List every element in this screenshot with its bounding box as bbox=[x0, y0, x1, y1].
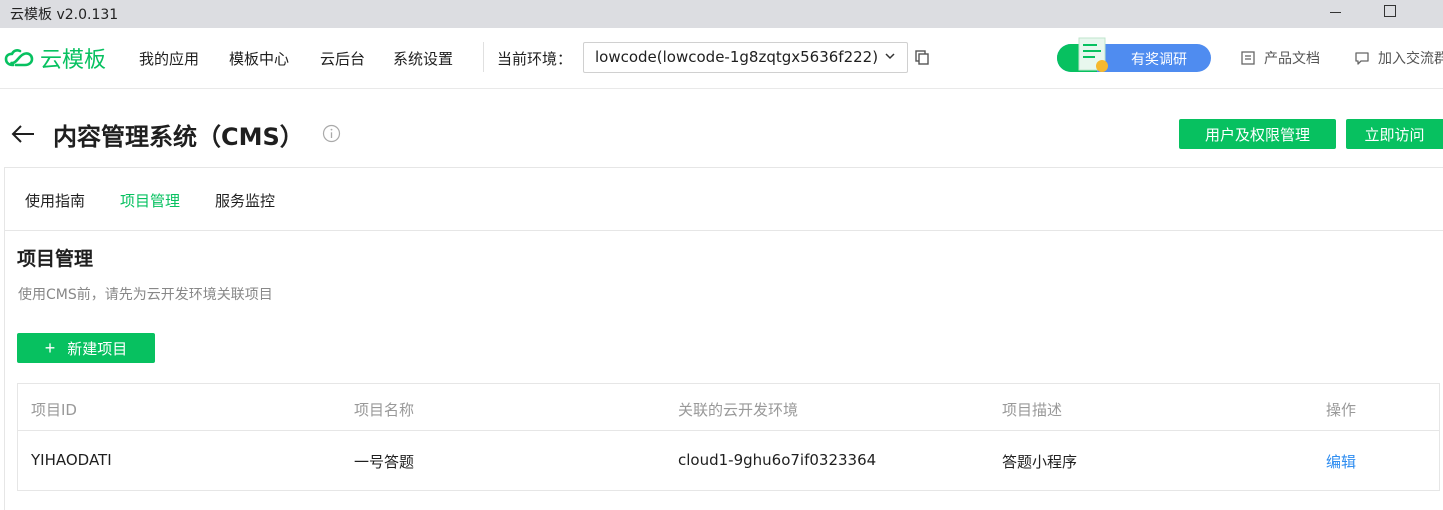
chevron-down-icon bbox=[885, 53, 895, 60]
content-panel: 使用指南 项目管理 服务监控 项目管理 使用CMS前，请先为云开发环境关联项目 … bbox=[4, 167, 1443, 510]
document-icon bbox=[1241, 51, 1255, 65]
cell-cloud-env: cloud1-9ghu6o7if0323364 bbox=[678, 451, 877, 469]
nav-template-center[interactable]: 模板中心 bbox=[229, 48, 289, 69]
logo-text: 云模板 bbox=[40, 48, 107, 73]
nav-system-settings[interactable]: 系统设置 bbox=[393, 48, 453, 69]
column-header: 关联的云开发环境 bbox=[678, 401, 799, 419]
product-docs-link[interactable]: 产品文档 bbox=[1240, 48, 1320, 68]
new-project-label: 新建项目 bbox=[67, 340, 128, 358]
cell-project-desc: 答题小程序 bbox=[1002, 453, 1078, 471]
product-docs-label: 产品文档 bbox=[1264, 51, 1320, 67]
join-group-link[interactable]: 加入交流群 bbox=[1354, 48, 1443, 68]
column-header: 项目ID bbox=[31, 401, 77, 419]
project-table: 项目ID 项目名称 关联的云开发环境 项目描述 操作 YIHAODATI 一号答… bbox=[17, 383, 1440, 491]
nav-cloud-backend[interactable]: 云后台 bbox=[320, 48, 365, 69]
tab-service-monitor[interactable]: 服务监控 bbox=[215, 190, 275, 211]
info-icon[interactable] bbox=[322, 124, 341, 143]
section-title: 项目管理 bbox=[17, 248, 94, 270]
env-select[interactable]: lowcode(lowcode-1g8zqtgx5636f222) bbox=[583, 42, 908, 73]
column-header: 项目描述 bbox=[1002, 401, 1063, 419]
column-header: 操作 bbox=[1326, 401, 1357, 419]
tab-bar: 使用指南 项目管理 服务监控 bbox=[5, 168, 1443, 231]
survey-label: 有奖调研 bbox=[1131, 52, 1187, 68]
minimize-button[interactable] bbox=[1312, 0, 1358, 28]
cell-project-name: 一号答题 bbox=[354, 453, 415, 471]
back-arrow-icon[interactable] bbox=[10, 122, 36, 146]
page-title: 内容管理系统（CMS） bbox=[53, 123, 304, 151]
tab-guide[interactable]: 使用指南 bbox=[25, 190, 85, 211]
copy-icon[interactable] bbox=[914, 49, 930, 65]
survey-button[interactable]: 有奖调研 bbox=[1057, 37, 1211, 72]
cell-project-id: YIHAODATI bbox=[31, 451, 112, 469]
env-label: 当前环境： bbox=[497, 50, 573, 68]
table-row: YIHAODATI 一号答题 cloud1-9ghu6o7if0323364 答… bbox=[18, 431, 1439, 491]
nav-my-apps[interactable]: 我的应用 bbox=[139, 48, 199, 69]
chat-bubble-icon bbox=[1355, 52, 1369, 65]
nav-divider bbox=[483, 42, 484, 72]
cloud-logo-icon bbox=[4, 49, 34, 67]
section-description: 使用CMS前，请先为云开发环境关联项目 bbox=[18, 287, 273, 303]
new-project-button[interactable]: + 新建项目 bbox=[17, 333, 155, 363]
maximize-button[interactable] bbox=[1367, 0, 1413, 28]
edit-link[interactable]: 编辑 bbox=[1326, 451, 1356, 472]
tab-project-management[interactable]: 项目管理 bbox=[120, 190, 180, 211]
window-titlebar: 云模板 v2.0.131 bbox=[0, 0, 1443, 28]
env-select-value: lowcode(lowcode-1g8zqtgx5636f222) bbox=[595, 48, 879, 66]
user-permission-button[interactable]: 用户及权限管理 bbox=[1179, 119, 1336, 149]
visit-now-button[interactable]: 立即访问 bbox=[1346, 119, 1443, 149]
window-title: 云模板 v2.0.131 bbox=[10, 7, 119, 23]
join-group-label: 加入交流群 bbox=[1378, 51, 1443, 67]
column-header: 项目名称 bbox=[354, 401, 415, 419]
survey-document-icon bbox=[1078, 37, 1108, 72]
table-header: 项目ID 项目名称 关联的云开发环境 项目描述 操作 bbox=[18, 384, 1439, 431]
plus-icon: + bbox=[44, 338, 56, 358]
top-navbar: 云模板 我的应用 模板中心 云后台 系统设置 当前环境： lowcode(low… bbox=[0, 28, 1443, 89]
logo[interactable]: 云模板 bbox=[4, 42, 106, 74]
